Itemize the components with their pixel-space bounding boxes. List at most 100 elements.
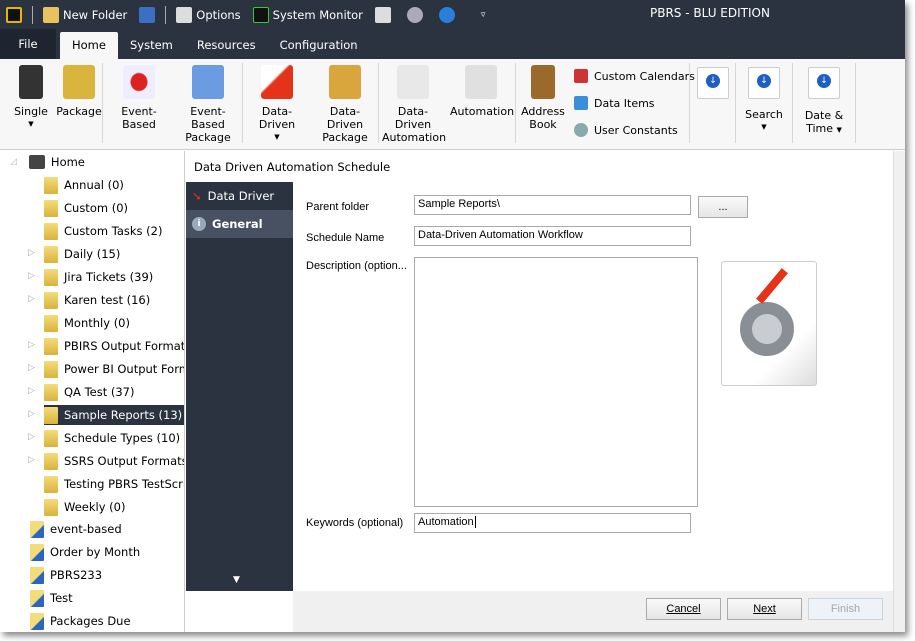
ribbon-tabs: File Home System Resources Configuration [0,29,905,59]
clipboard-icon[interactable] [374,6,391,23]
tab-file[interactable]: File [0,29,56,59]
folder-tree[interactable]: ◿ Home Annual (0) Custom (0) Custom Tasks (… [0,151,185,632]
tree-node-folder[interactable]: Monthly (0) [44,313,130,333]
data-driven-automation-icon [397,65,429,99]
custom-calendars-button[interactable]: Custom Calendars [574,69,695,83]
expand-arrow-icon[interactable]: ▷ [28,432,35,442]
search-label[interactable]: Search ▼ [742,108,786,134]
parent-folder-field[interactable]: Sample Reports\ [414,195,691,215]
nav-general[interactable]: i General [186,210,293,238]
nav-data-driver[interactable]: ➘ Data Driver [186,182,293,210]
cancel-button[interactable]: Cancel [646,598,721,620]
description-field[interactable] [414,257,698,507]
package-button[interactable]: Package [56,65,102,118]
user-constants-button[interactable]: User Constants [574,123,678,137]
tree-node-folder[interactable]: Custom Tasks (2) [44,221,162,241]
tab-resources[interactable]: Resources [185,32,268,59]
vertical-scrollbar[interactable] [893,151,905,632]
expand-arrow-icon[interactable]: ▷ [28,363,35,373]
schedule-name-label: Schedule Name [306,232,385,244]
info-icon[interactable] [406,6,423,23]
package-folder-icon[interactable] [139,6,156,23]
next-button[interactable]: Next [727,598,802,620]
tab-system[interactable]: System [118,32,185,59]
tree-node-folder[interactable]: SSRS Output Formats (2 [44,451,184,471]
event-based-package-button[interactable]: Event-Based Package [176,65,240,144]
single-button[interactable]: Single ▼ [12,65,50,131]
arrow-down-circle-icon: ↓ [706,74,720,88]
tree-node-folder[interactable]: Annual (0) [44,175,124,195]
tree-node-folder[interactable]: Jira Tickets (39) [44,267,153,287]
expand-arrow-icon[interactable]: ▷ [28,271,35,281]
package-folder-icon [30,589,44,607]
collapsed-group-button[interactable]: ↓ [697,67,729,99]
customize-chevron-icon[interactable]: ▿ [481,10,486,20]
options-button[interactable]: Options [176,6,241,23]
tree-node-home[interactable]: ◿ Home [10,152,85,172]
expand-arrow-icon[interactable]: ▷ [28,386,35,396]
system-monitor-button[interactable]: System Monitor [252,6,363,23]
automation-button[interactable]: Automation [450,65,514,118]
tree-node-folder[interactable]: Testing PBRS TestScript [44,474,184,494]
data-driven-package-icon [329,65,361,99]
search-group-button[interactable]: ↓ [748,67,780,99]
gear-icon [465,65,497,99]
keywords-field[interactable]: Automation [414,513,691,533]
tree-node-folder[interactable]: Sample Reports (13) [44,405,184,425]
data-items-icon [574,96,588,110]
tree-node-package[interactable]: PBRS233 [30,565,102,585]
automation-schedule-icon [721,261,817,386]
dialog-title: Data Driven Automation Schedule [194,160,391,174]
tree-node-folder[interactable]: Karen test (16) [44,290,150,310]
folder-icon [44,291,58,309]
schedule-name-field[interactable]: Data-Driven Automation Workflow [414,226,691,246]
expand-arrow-icon[interactable]: ▷ [28,455,35,465]
date-time-label[interactable]: Date & Time ▼ [800,109,848,137]
package-icon [63,65,95,99]
folder-icon [44,383,58,401]
new-folder-button[interactable]: New Folder [43,6,127,23]
tree-node-folder[interactable]: Custom (0) [44,198,128,218]
tree-node-folder[interactable]: Schedule Types (10) [44,428,180,448]
help-icon[interactable] [438,6,455,23]
nav-scroll-down-icon[interactable]: ▼ [233,575,240,585]
expand-arrow-icon[interactable]: ▷ [28,294,35,304]
folder-icon [43,6,59,23]
event-based-button[interactable]: Event-Based [106,65,172,131]
date-time-group-button[interactable]: ↓ [808,67,840,99]
monitor-icon [252,6,269,23]
data-driven-package-button[interactable]: Data-Driven Package [314,65,376,144]
expand-arrow-icon[interactable]: ▷ [28,340,35,350]
dialog-footer: Cancel Next Finish [293,591,893,632]
tree-node-folder[interactable]: Power BI Output Forma [44,359,184,379]
app-title: PBRS - BLU EDITION [650,6,770,20]
app-logo-icon[interactable] [6,6,22,23]
expand-arrow-icon[interactable]: ▷ [28,248,35,258]
tab-home[interactable]: Home [60,32,118,59]
folder-icon [44,406,58,424]
data-driven-button[interactable]: Data-Driven ▼ [246,65,308,144]
data-driven-automation-button[interactable]: Data-Driven Automation [382,65,446,144]
package-folder-icon [30,520,44,538]
browse-button[interactable]: ... [698,196,748,218]
tree-node-folder[interactable]: QA Test (37) [44,382,134,402]
data-items-button[interactable]: Data Items [574,96,655,110]
tree-node-package[interactable]: Order by Month [30,542,140,562]
folder-icon [44,199,58,217]
tree-node-folder[interactable]: Daily (15) [44,244,120,264]
description-label: Description (option... [306,260,406,272]
address-book-button[interactable]: Address Book [520,65,566,131]
tree-node-package[interactable]: Test [30,588,73,608]
tree-node-package[interactable]: Packages Due [30,611,131,631]
wizard-nav: ➘ Data Driver i General ▼ [186,182,293,591]
expand-arrow-icon[interactable]: ▷ [28,409,35,419]
info-icon: i [192,217,206,231]
tab-configuration[interactable]: Configuration [268,32,370,59]
address-book-icon [531,65,555,99]
tree-node-folder[interactable]: Weekly (0) [44,497,125,517]
tree-node-package[interactable]: event-based [30,519,122,539]
schedule-dialog: Data Driven Automation Schedule ➘ Data Dr… [186,151,893,632]
folder-icon [44,176,58,194]
tree-node-folder[interactable]: PBIRS Output Formats ( [44,336,184,356]
finish-button[interactable]: Finish [808,598,883,620]
